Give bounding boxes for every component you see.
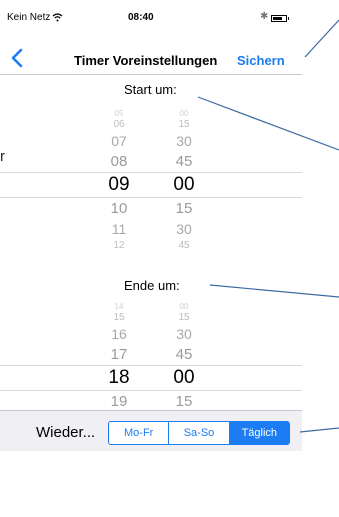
cropped-side-text: r — [0, 148, 5, 165]
battery-icon — [271, 15, 289, 22]
start-picker-hour: 05 — [114, 108, 124, 118]
wifi-icon — [52, 13, 63, 22]
end-time-label: Ende um: — [124, 278, 180, 293]
start-picker-minute: 00 — [173, 173, 195, 195]
end-picker-hour: 14 — [114, 301, 124, 311]
end-picker-minute: 15 — [175, 392, 193, 410]
start-picker-minute: 45 — [175, 152, 193, 170]
end-picker-minute: 45 — [175, 345, 193, 363]
status-bar: Kein Netz 08:40 ✱ — [0, 11, 302, 28]
repeat-label: Wieder... — [36, 424, 96, 441]
start-time-label: Start um: — [124, 82, 177, 97]
end-picker-hour: 16 — [111, 325, 127, 342]
bluetooth-icon: ✱ — [260, 11, 269, 22]
save-button[interactable]: Sichern — [237, 53, 285, 68]
start-picker-hour: 06 — [113, 118, 125, 130]
start-picker-hour: 09 — [108, 173, 130, 195]
start-picker-minute: 15 — [178, 118, 190, 130]
end-picker-hour: 19 — [110, 392, 128, 410]
start-picker-hour: 11 — [111, 220, 127, 237]
start-picker-minute: 00 — [179, 108, 189, 118]
repeat-segmented-control[interactable]: Mo-Fr Sa-So Täglich — [108, 421, 290, 445]
start-picker-minute: 15 — [175, 199, 193, 217]
end-picker-minute: 15 — [178, 311, 190, 323]
segment-sa-so[interactable]: Sa-So — [169, 422, 230, 444]
back-chevron-icon[interactable] — [10, 48, 24, 68]
start-picker-minute: 30 — [176, 132, 192, 149]
start-picker-hour: 10 — [110, 199, 128, 217]
clock: 08:40 — [128, 12, 154, 23]
end-picker-minute: 00 — [179, 301, 189, 311]
repeat-bar: Wieder... Mo-Fr Sa-So Täglich — [0, 410, 302, 451]
navigation-bar: Timer Voreinstellungen Sichern — [0, 44, 302, 75]
segment-mo-fr[interactable]: Mo-Fr — [109, 422, 170, 444]
app-screen: Kein Netz 08:40 ✱ Timer Voreinstellungen… — [0, 0, 302, 517]
end-picker-minute: 30 — [176, 325, 192, 342]
end-picker-minute: 00 — [173, 366, 195, 388]
end-picker-hour: 17 — [110, 345, 128, 363]
carrier-label: Kein Netz — [7, 12, 51, 23]
start-picker-hour: 08 — [110, 152, 128, 170]
start-picker-minute: 45 — [178, 239, 190, 251]
segment-taeglich[interactable]: Täglich — [229, 422, 289, 444]
start-picker-hour: 07 — [111, 132, 127, 149]
start-picker-minute: 30 — [176, 220, 192, 237]
page-title: Timer Voreinstellungen — [74, 53, 218, 68]
start-picker-hour: 12 — [113, 239, 125, 251]
end-picker-hour: 18 — [108, 366, 130, 388]
end-picker-hour: 15 — [113, 311, 125, 323]
